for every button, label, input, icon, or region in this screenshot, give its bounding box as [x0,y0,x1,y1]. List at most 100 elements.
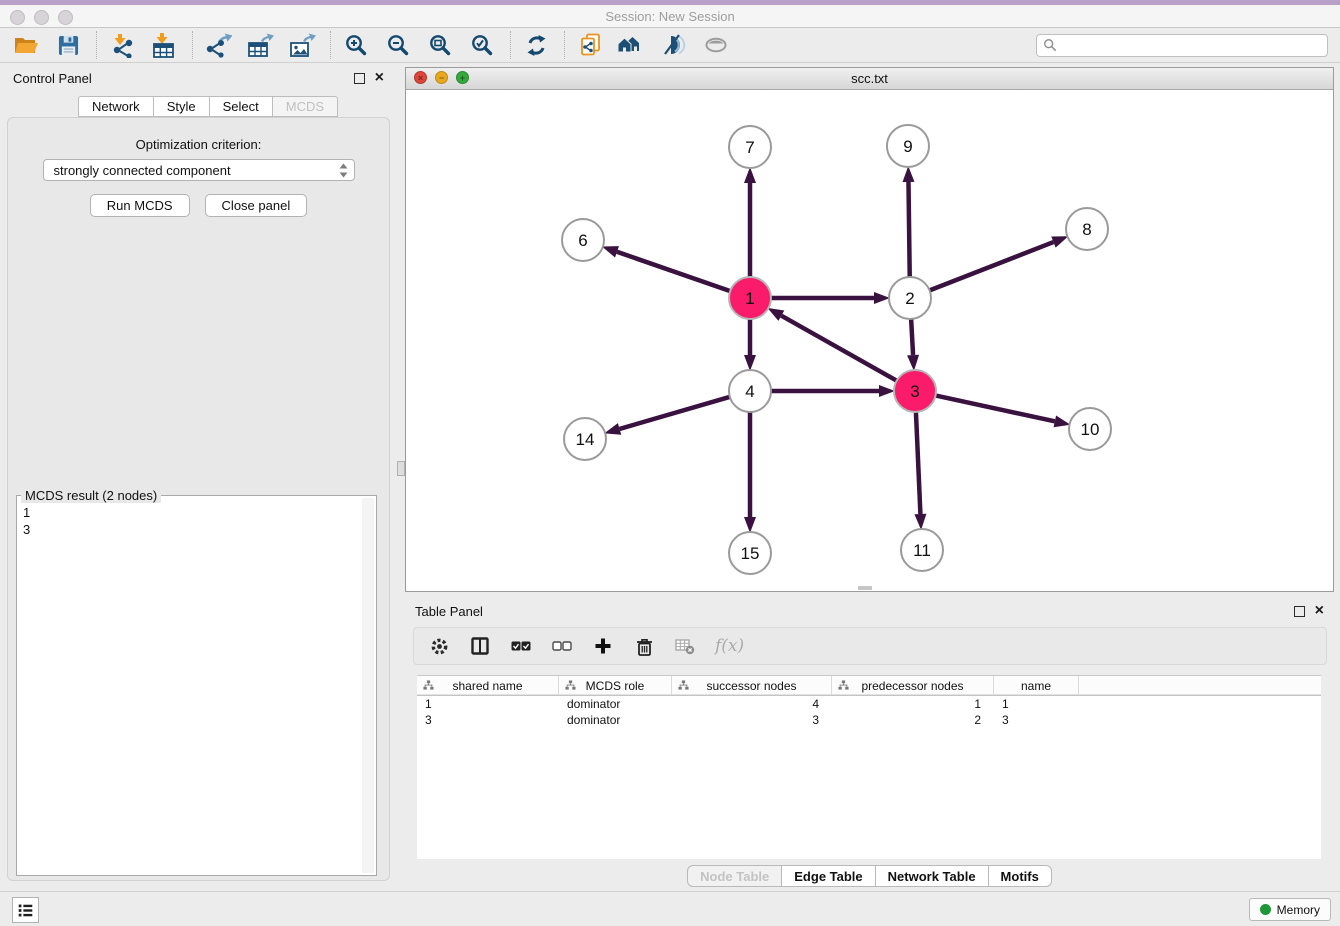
criterion-select[interactable]: strongly connected component [43,159,355,181]
table-row[interactable]: 1dominator411 [417,696,1321,712]
graph-edge-4-14[interactable] [620,396,732,429]
result-scrollbar[interactable] [362,498,374,873]
close-window-button[interactable] [10,10,25,25]
select-all-button[interactable] [510,635,532,657]
graph-edge-2-8[interactable] [928,242,1054,291]
run-mcds-button[interactable]: Run MCDS [90,194,190,217]
graph-node-7[interactable]: 7 [729,126,771,168]
graph-edge-3-1[interactable] [781,316,898,382]
column-header-successor-nodes[interactable]: successor nodes [672,676,832,695]
graph-node-9[interactable]: 9 [887,125,929,167]
graph-edge-2-3[interactable] [911,317,913,355]
zoom-fit-button[interactable] [424,30,456,60]
show-hide-button[interactable] [700,30,732,60]
zoom-window-button[interactable] [58,10,73,25]
window-traffic-lights[interactable] [10,10,73,25]
split-divider-grip[interactable] [397,461,405,476]
graph-edge-2-9[interactable] [908,182,909,279]
toggle-graphics-details-button[interactable] [658,30,690,60]
float-table-panel-icon[interactable] [1294,606,1305,617]
open-folder-icon [14,35,39,56]
tab-select[interactable]: Select [210,96,273,117]
zoom-selected-button[interactable] [466,30,498,60]
graph-node-2[interactable]: 2 [889,277,931,319]
deselect-all-button[interactable] [551,635,573,657]
table-cell[interactable]: 3 [417,713,559,727]
save-session-button[interactable] [52,30,84,60]
import-table-button[interactable] [148,30,180,60]
network-zoom-button[interactable]: + [456,71,469,84]
table-cell[interactable]: dominator [559,697,672,711]
close-panel-button[interactable]: Close panel [205,194,308,217]
delete-column-button[interactable] [633,635,655,657]
canvas-horizontal-scrollbar[interactable] [858,586,872,590]
zoom-fit-icon [429,34,451,56]
network-close-button[interactable]: × [414,71,427,84]
attribute-tree-icon [678,680,689,691]
network-minimize-button[interactable]: − [435,71,448,84]
graph-node-10[interactable]: 10 [1069,408,1111,450]
network-view-window: × − + scc.txt 1 2 3 4 6 7 8 9 10 11 14 15 [405,67,1334,592]
export-network-button[interactable] [202,30,234,60]
home-button[interactable] [616,30,648,60]
column-header-shared-name[interactable]: shared name [417,676,559,695]
table-row[interactable]: 3dominator323 [417,712,1321,728]
graph-node-4[interactable]: 4 [729,370,771,412]
zoom-in-button[interactable] [340,30,372,60]
graph-node-8[interactable]: 8 [1066,208,1108,250]
graph-node-14[interactable]: 14 [564,418,606,460]
graph-edge-3-10[interactable] [934,395,1055,421]
tab-node-table[interactable]: Node Table [687,865,782,887]
tab-style[interactable]: Style [154,96,210,117]
zoom-out-button[interactable] [382,30,414,60]
graph-edge-1-6[interactable] [617,252,732,292]
graph-node-6[interactable]: 6 [562,219,604,261]
network-graph[interactable]: 1 2 3 4 6 7 8 9 10 11 14 15 [406,89,1333,591]
graph-node-3[interactable]: 3 [894,370,936,412]
network-canvas[interactable]: 1 2 3 4 6 7 8 9 10 11 14 15 [406,89,1333,591]
tab-motifs[interactable]: Motifs [989,865,1052,887]
graph-node-1[interactable]: 1 [729,277,771,319]
refresh-layout-button[interactable] [520,30,552,60]
show-columns-button[interactable] [469,635,491,657]
network-window-titlebar[interactable]: × − + scc.txt [406,68,1333,90]
table-cell[interactable]: 1 [417,697,559,711]
tab-network-table[interactable]: Network Table [876,865,989,887]
export-image-button[interactable] [286,30,318,60]
tab-mcds[interactable]: MCDS [273,96,338,117]
import-network-button[interactable] [106,30,138,60]
float-panel-icon[interactable] [354,73,365,84]
table-panel: Table Panel × f(x) shared nameMCDS roles… [405,596,1334,888]
task-history-button[interactable] [12,897,39,923]
columns-icon [471,637,489,655]
graph-node-11[interactable]: 11 [901,529,943,571]
export-table-button[interactable] [244,30,276,60]
minimize-window-button[interactable] [34,10,49,25]
search-input[interactable] [1057,35,1327,55]
column-header-name[interactable]: name [994,676,1079,695]
table-cell[interactable]: dominator [559,713,672,727]
column-header-MCDS-role[interactable]: MCDS role [559,676,672,695]
table-cell[interactable]: 4 [672,697,832,711]
column-header-predecessor-nodes[interactable]: predecessor nodes [832,676,994,695]
clone-network-button[interactable] [574,30,606,60]
table-settings-button[interactable] [428,635,450,657]
graph-edge-3-11[interactable] [916,410,921,514]
table-cell[interactable]: 1 [832,697,994,711]
close-table-panel-icon[interactable]: × [1315,605,1324,617]
table-cell[interactable]: 2 [832,713,994,727]
search-box[interactable] [1036,34,1328,57]
add-column-button[interactable] [592,635,614,657]
eye-icon [704,34,728,56]
table-cell[interactable]: 1 [994,697,1079,711]
graph-node-15[interactable]: 15 [729,532,771,574]
open-session-button[interactable] [10,30,42,60]
memory-button[interactable]: Memory [1249,898,1331,921]
close-panel-icon[interactable]: × [375,72,384,84]
table-cell[interactable]: 3 [994,713,1079,727]
tab-network[interactable]: Network [78,96,154,117]
network-window-controls[interactable]: × − + [414,71,469,84]
memory-label: Memory [1277,903,1320,917]
table-cell[interactable]: 3 [672,713,832,727]
tab-edge-table[interactable]: Edge Table [782,865,875,887]
